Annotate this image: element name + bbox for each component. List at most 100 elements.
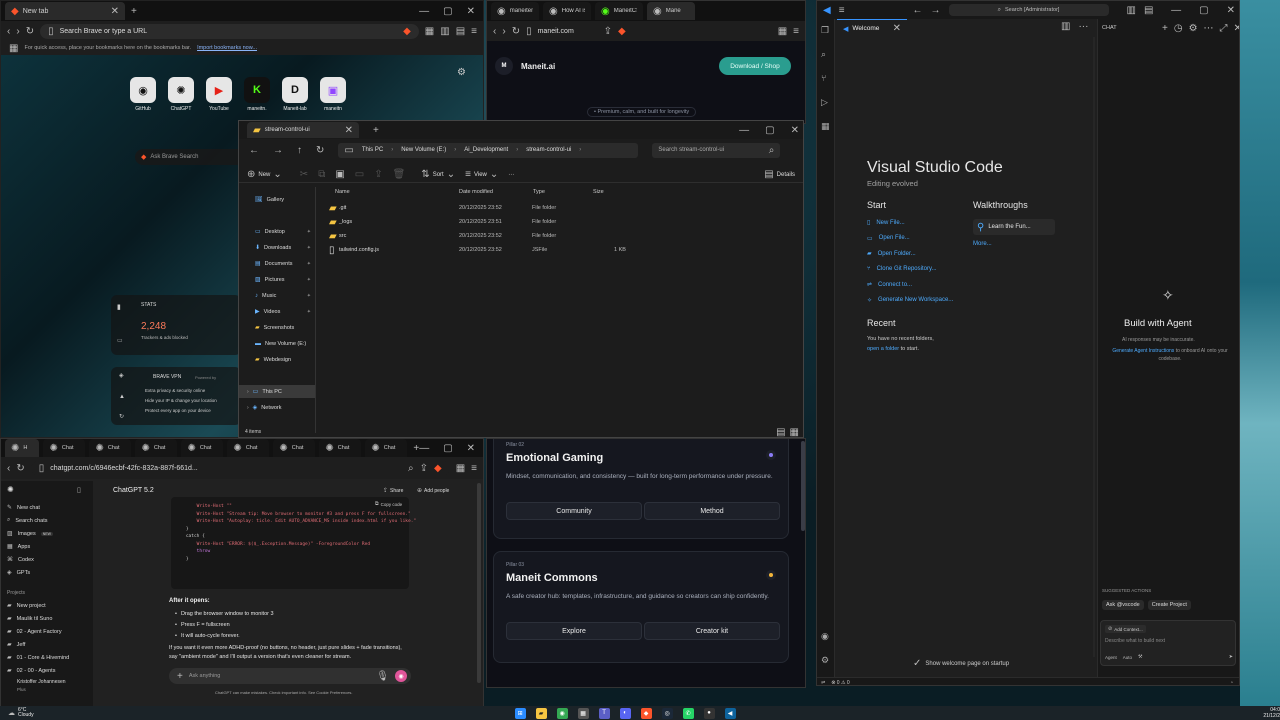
extensions-icon[interactable]: ▦ (821, 121, 830, 132)
maximize-icon[interactable]: ▢ (1199, 5, 1208, 16)
command-center[interactable]: ⌕ Search [Administrator] (948, 4, 1109, 16)
add-context-button[interactable]: ⊘ Add Context... (1105, 625, 1146, 633)
manage-gear-icon[interactable]: ⚙ (821, 655, 829, 666)
voice-mode-button[interactable]: ◉ (395, 670, 407, 682)
remote-icon[interactable]: ⇌ (821, 680, 825, 686)
brave-search-box[interactable]: ◆ Ask Brave Search (135, 149, 245, 165)
sidebar-item-gpts[interactable]: ◈ GPTs (1, 566, 93, 579)
openai-logo-icon[interactable]: ✺ (7, 485, 14, 494)
close-tab-icon[interactable]: ✕ (111, 6, 119, 17)
problems-status[interactable]: ⊗ 0 ⚠ 0 (831, 680, 849, 686)
maximize-icon[interactable]: ▢ (443, 443, 452, 454)
generate-instructions-link[interactable]: Generate Agent Instructions (1112, 348, 1174, 354)
nav-item[interactable]: › ▭ This PC (239, 385, 315, 398)
chat-tab[interactable]: ✺ Chat (135, 439, 178, 457)
nav-item[interactable]: ▰ Webdesign (239, 353, 315, 366)
breadcrumb-item[interactable]: Ai_Development (464, 147, 508, 153)
more-options-button[interactable]: ··· (508, 172, 514, 178)
close-tab-icon[interactable]: ✕ (345, 125, 353, 136)
explorer-icon[interactable]: ❐ (821, 25, 829, 36)
reload-icon[interactable]: ↻ (512, 26, 520, 37)
bookmark-icon[interactable]: ▯ (48, 26, 54, 37)
forward-icon[interactable]: › (16, 26, 19, 37)
nav-item[interactable]: ▨ Pictures ✦ (239, 273, 315, 286)
close-window-icon[interactable]: ✕ (467, 443, 475, 454)
tools-icon[interactable]: ⚒ (1138, 654, 1142, 660)
top-site-tile[interactable]: ✺ ChatGPT (167, 77, 195, 112)
reload-icon[interactable]: ↻ (26, 26, 34, 37)
pillar-button-community[interactable]: Community (506, 502, 642, 520)
close-window-icon[interactable]: ✕ (467, 6, 475, 17)
weather-widget[interactable]: ☁ 6°C Cloudy (8, 708, 34, 718)
minimize-icon[interactable]: — (739, 125, 749, 136)
nav-item[interactable]: ▰ Screenshots (239, 321, 315, 334)
chat-tab[interactable]: ✺ Chat (365, 439, 408, 457)
open-folder-link[interactable]: open a folder (867, 346, 899, 352)
model-selector[interactable]: ChatGPT 5.2 (113, 487, 154, 494)
pillar-button-explore[interactable]: Explore (506, 622, 642, 640)
sidebar-item-search-chats[interactable]: ⌕ Search chats (1, 514, 93, 527)
more-actions-icon[interactable]: ⋯ (1204, 23, 1214, 34)
chat-address-bar[interactable]: ▯ chatgpt.com/c/6946ecbf-42fc-832a-887f-… (30, 460, 450, 476)
share-button[interactable]: ⇪ Share (383, 487, 403, 495)
breadcrumb-item[interactable]: New Volume (E:) (401, 147, 446, 153)
delete-icon[interactable]: 🗑 (393, 169, 406, 180)
zoom-icon[interactable]: ⌕ (408, 463, 414, 474)
sidebar-item-new-chat[interactable]: ✎ New chat (1, 501, 93, 514)
extensions-icon[interactable]: ▦ (456, 463, 465, 474)
maneit-tab[interactable]: ◉ How AI is (543, 2, 591, 20)
model-picker[interactable]: Auto (1123, 655, 1132, 660)
start-item[interactable]: ▯ New File... (867, 215, 953, 231)
nav-item[interactable]: ⬇ Downloads ✦ (239, 241, 315, 254)
send-icon[interactable]: ➤ (1229, 654, 1233, 660)
maneit-logo[interactable]: M (495, 57, 513, 75)
editor-tab-welcome[interactable]: ◀ Welcome ✕ (837, 19, 907, 37)
pillar-scrollbar[interactable] (801, 441, 805, 531)
top-site-tile[interactable]: ▶ YouTube (205, 77, 233, 112)
whatsapp-icon[interactable]: ✆ (682, 707, 694, 719)
maximize-icon[interactable]: ▢ (765, 125, 774, 136)
back-icon[interactable]: ‹ (7, 26, 10, 37)
project-item[interactable]: ▰ 01 - Core & Hivemind (1, 651, 93, 664)
nav-item[interactable]: ▶ Videos ✦ (239, 305, 315, 318)
steam-icon[interactable]: ◎ (661, 707, 673, 719)
bookmark-icon[interactable]: ▯ (39, 463, 45, 474)
split-editor-icon[interactable]: ▥ (1061, 21, 1070, 32)
new-tab-icon[interactable]: + (373, 125, 379, 136)
chat-tab[interactable]: ✺ Chat (273, 439, 316, 457)
nav-item[interactable]: ♪ Music ✦ (239, 289, 315, 302)
brave-shield-icon[interactable]: ◆ (403, 26, 411, 37)
forward-icon[interactable]: › (502, 26, 505, 37)
file-row[interactable]: ▰ src 20/12/2025 23:52 File folder (329, 229, 639, 243)
view-button[interactable]: ≡ View ⌄ (465, 169, 498, 180)
file-row[interactable]: ▯ tailwind.config.js 20/12/2025 23:52 JSFil… (329, 243, 639, 257)
maneit-tab[interactable]: ◉ Mane (647, 2, 695, 20)
layout-icon[interactable]: ▥ (1127, 5, 1136, 16)
maneit-url[interactable]: maneit.com (538, 28, 598, 35)
nav-item[interactable]: ▤ Documents ✦ (239, 257, 315, 270)
back-icon[interactable]: ‹ (7, 463, 10, 474)
mic-icon[interactable]: 🎙 (376, 671, 389, 682)
chat-tab[interactable]: ✺ Chat (227, 439, 270, 457)
project-item[interactable]: ▰ Maulik til Suno (1, 612, 93, 625)
welcome-scrollbar[interactable] (1093, 37, 1095, 657)
new-tab-icon[interactable]: + (131, 6, 137, 17)
maximize-panel-icon[interactable]: ⤢ (1220, 23, 1228, 34)
minimize-icon[interactable]: — (419, 6, 429, 17)
suggested-action-button[interactable]: Create Project (1147, 600, 1191, 610)
start-item[interactable]: ▰ Open Folder... (867, 246, 953, 262)
apps-grid-icon[interactable]: ▦ (9, 43, 18, 54)
column-header[interactable]: Type (533, 189, 545, 195)
brave-tab[interactable]: ◆ New tab ✕ (5, 2, 125, 20)
close-window-icon[interactable]: ✕ (791, 125, 799, 136)
download-shop-button[interactable]: Download / Shop (719, 57, 791, 75)
extensions-icon[interactable]: ▦ (425, 26, 434, 37)
sidebar-item-images[interactable]: ▨ Images NEW (1, 527, 93, 540)
teams-icon[interactable]: T (598, 707, 610, 719)
start-windows-icon[interactable]: ⊞ (514, 707, 526, 719)
close-window-icon[interactable]: ✕ (1227, 5, 1235, 16)
sidebar-icon[interactable]: ▥ (440, 26, 449, 37)
column-header[interactable]: Size (593, 189, 604, 195)
top-site-tile[interactable]: ▣ maneitn (319, 77, 347, 112)
column-header[interactable]: Date modified (459, 189, 493, 195)
